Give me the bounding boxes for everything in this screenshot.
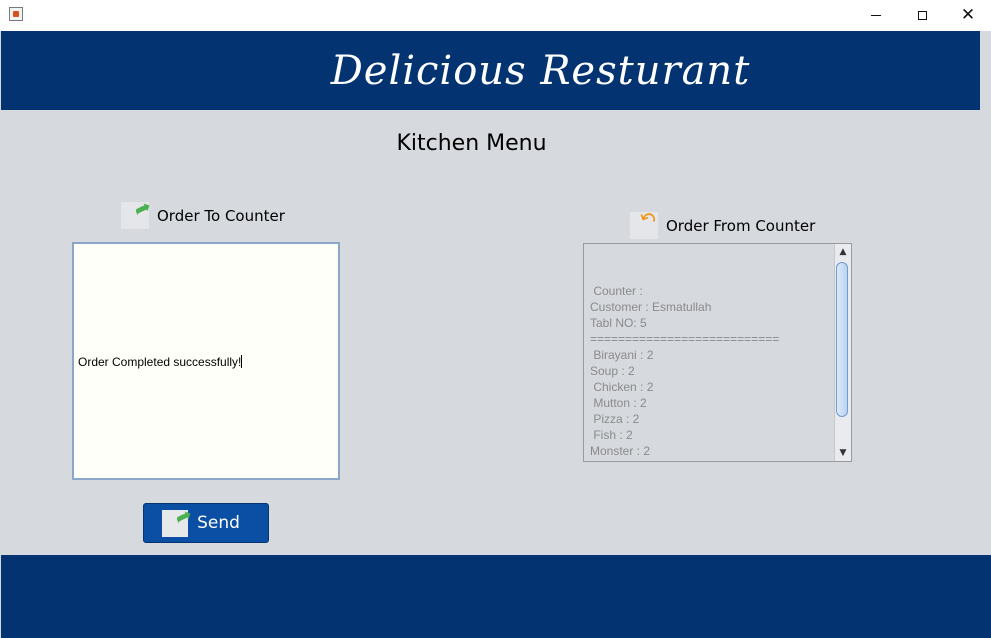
order-line	[590, 267, 831, 283]
header-edge	[980, 31, 991, 110]
order-line: Tabl NO: 5	[590, 316, 647, 330]
order-line: Counter :	[590, 284, 643, 298]
vertical-scrollbar[interactable]: ▲ ▼	[834, 244, 851, 461]
header-banner: Delicious Resturant	[1, 31, 980, 110]
page-title: Kitchen Menu	[396, 131, 547, 156]
order-from-counter-textarea[interactable]: Counter : Customer : Esmatullah Tabl NO: 5…	[583, 243, 852, 462]
order-to-counter-textarea[interactable]: Order Completed successfully!	[72, 242, 340, 480]
maximize-button[interactable]	[899, 0, 945, 31]
scroll-thumb[interactable]	[836, 262, 848, 417]
order-line: Mutton : 2	[590, 396, 647, 410]
order-message-text: Order Completed successfully!	[78, 355, 242, 369]
order-from-counter-label: ↶ Order From Counter	[630, 205, 816, 239]
order-line: Monster : 2	[590, 444, 651, 458]
text-caret	[241, 355, 243, 368]
arrow-forward-icon: ➦	[121, 194, 155, 229]
order-line: Chicken : 2	[590, 380, 654, 394]
order-line: Birayani : 2	[590, 348, 654, 362]
footer-banner	[1, 555, 991, 638]
minimize-icon	[871, 15, 881, 16]
scroll-up-arrow-icon[interactable]: ▲	[835, 244, 851, 260]
order-lines: Counter : Customer : Esmatullah Tabl NO: 5…	[590, 267, 831, 461]
java-app-icon	[9, 7, 23, 21]
arrow-forward-icon: ➦	[162, 501, 196, 537]
close-icon: ✕	[960, 5, 976, 25]
order-line: Customer : Esmatullah	[590, 300, 712, 314]
send-button[interactable]: ➦ Send	[143, 501, 269, 543]
order-to-counter-text: Order To Counter	[157, 206, 285, 225]
maximize-icon	[917, 11, 927, 20]
order-line: Fish : 2	[590, 428, 633, 442]
window-titlebar: ✕	[0, 0, 991, 32]
order-line: Pizza : 2	[590, 412, 640, 426]
close-button[interactable]: ✕	[945, 0, 991, 31]
arrow-back-icon: ↶	[630, 205, 660, 239]
order-line: ===========================	[590, 332, 780, 346]
scroll-down-arrow-icon[interactable]: ▼	[835, 445, 851, 461]
minimize-button[interactable]	[853, 0, 899, 31]
order-line: Fruit Juice : 2	[590, 459, 831, 461]
order-from-counter-text: Order From Counter	[666, 216, 816, 235]
restaurant-title: Delicious Resturant	[330, 47, 751, 94]
order-line: Soup : 2	[590, 364, 635, 378]
order-to-counter-label: ➦ Order To Counter	[121, 194, 285, 229]
send-button-label: Send	[197, 513, 240, 533]
